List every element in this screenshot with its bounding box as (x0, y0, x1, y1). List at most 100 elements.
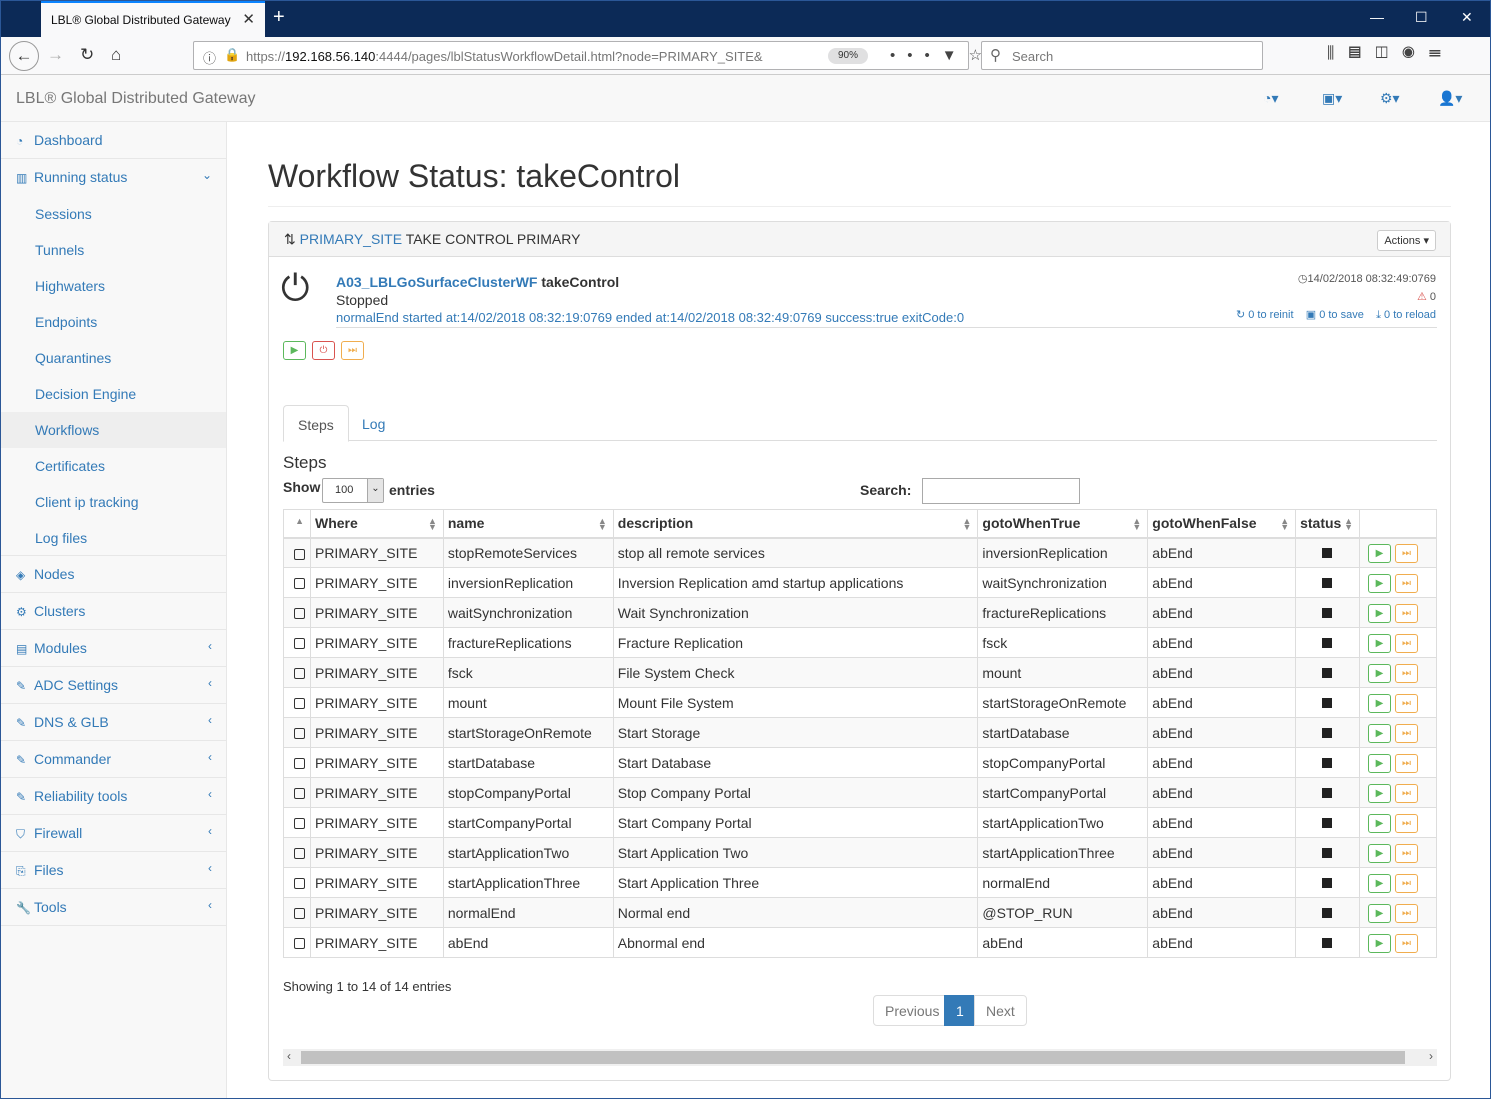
step-button[interactable]: ⏭ (341, 341, 364, 360)
sidebar-item-adc-settings[interactable]: ✎ ADC Settings ‹ (1, 667, 226, 704)
row-checkbox[interactable] (294, 938, 305, 950)
table-search-input[interactable] (922, 478, 1080, 504)
info-icon[interactable]: ⓘ (203, 48, 216, 67)
save-menu-icon[interactable]: ▣▾ (1322, 90, 1342, 107)
run-step-button[interactable]: ▶ (1368, 573, 1392, 593)
sidebar-item-files[interactable]: ⎘ Files ‹ (1, 852, 226, 889)
horizontal-scrollbar[interactable]: ‹ › (283, 1049, 1437, 1066)
col-goto-true[interactable]: gotoWhenTrue ▲ ▼ (977, 509, 1149, 539)
run-step-button[interactable]: ▶ (1368, 903, 1392, 923)
col-where[interactable]: Where ▲ ▼ (309, 509, 444, 539)
tab-log[interactable]: Log (348, 405, 399, 442)
skip-step-button[interactable]: ⏭ (1395, 753, 1419, 773)
sidebar-item-dns-glb[interactable]: ✎ DNS & GLB ‹ (1, 704, 226, 741)
run-step-button[interactable]: ▶ (1368, 723, 1392, 743)
reader-icon[interactable]: ▤ (1348, 45, 1375, 62)
sidebar-item-modules[interactable]: ▤ Modules ‹ (1, 630, 226, 667)
dashboard-menu-icon[interactable]: ◔▾ (1263, 90, 1278, 107)
scroll-left-icon[interactable]: ‹ (287, 1049, 291, 1063)
close-window-icon[interactable]: ✕ (1461, 9, 1473, 26)
extension-icon[interactable]: ◉ (1402, 45, 1429, 62)
skip-step-button[interactable]: ⏭ (1395, 573, 1419, 593)
row-checkbox[interactable] (294, 758, 305, 770)
skip-step-button[interactable]: ⏭ (1395, 543, 1419, 563)
previous-button[interactable]: Previous (873, 995, 952, 1026)
sidebar-item-dashboard[interactable]: ◔ Dashboard (1, 122, 226, 159)
pocket-icon[interactable]: ▼ (942, 47, 969, 64)
browser-tab[interactable]: LBL® Global Distributed Gateway ✕ (41, 1, 265, 37)
run-step-button[interactable]: ▶ (1368, 813, 1392, 833)
zoom-badge[interactable]: 90% (828, 48, 868, 64)
skip-step-button[interactable]: ⏭ (1395, 783, 1419, 803)
minimize-icon[interactable]: — (1370, 9, 1384, 25)
browser-search-box[interactable]: ⚲ Search (981, 41, 1263, 70)
settings-menu-icon[interactable]: ⚙▾ (1380, 90, 1400, 107)
select-column-header[interactable]: ▲ (283, 509, 311, 539)
run-step-button[interactable]: ▶ (1368, 693, 1392, 713)
next-button[interactable]: Next (974, 995, 1027, 1026)
skip-step-button[interactable]: ⏭ (1395, 663, 1419, 683)
sidebar-item-endpoints[interactable]: Endpoints (1, 304, 226, 340)
row-checkbox[interactable] (294, 848, 305, 860)
row-checkbox[interactable] (294, 788, 305, 800)
library-icon[interactable]: ⫼ (1327, 45, 1348, 62)
sidebar-item-decision-engine[interactable]: Decision Engine (1, 376, 226, 412)
maximize-icon[interactable]: ☐ (1415, 9, 1428, 26)
reload-link[interactable]: ⤓ 0 to reload (1376, 309, 1436, 321)
reload-icon[interactable]: ↻ (80, 45, 94, 65)
sidebar-item-tools[interactable]: 🔧 Tools ‹ (1, 889, 226, 926)
url-bar[interactable]: ⓘ 🔒 https://192.168.56.140:4444/pages/lb… (193, 41, 982, 70)
lock-warning-icon[interactable]: 🔒 (224, 47, 240, 63)
skip-step-button[interactable]: ⏭ (1395, 693, 1419, 713)
run-step-button[interactable]: ▶ (1368, 933, 1392, 953)
sidebar-item-sessions[interactable]: Sessions (1, 196, 226, 232)
run-step-button[interactable]: ▶ (1368, 843, 1392, 863)
start-button[interactable]: ▶ (283, 341, 306, 360)
reinit-link[interactable]: ↻ 0 to reinit (1236, 309, 1294, 321)
entries-select[interactable]: ⌄ 100 (322, 478, 384, 503)
row-checkbox[interactable] (294, 638, 305, 650)
run-step-button[interactable]: ▶ (1368, 873, 1392, 893)
home-icon[interactable]: ⌂ (111, 45, 121, 65)
sidebar-item-workflows[interactable]: Workflows (1, 412, 226, 448)
sidebar-item-highwaters[interactable]: Highwaters (1, 268, 226, 304)
row-checkbox[interactable] (294, 878, 305, 890)
row-checkbox[interactable] (294, 548, 305, 560)
brand[interactable]: LBL® Global Distributed Gateway (16, 90, 255, 108)
skip-step-button[interactable]: ⏭ (1395, 633, 1419, 653)
forward-icon[interactable]: → (47, 45, 64, 65)
run-step-button[interactable]: ▶ (1368, 543, 1392, 563)
skip-step-button[interactable]: ⏭ (1395, 933, 1419, 953)
sidebar-item-nodes[interactable]: ◈ Nodes (1, 556, 226, 593)
row-checkbox[interactable] (294, 578, 305, 590)
skip-step-button[interactable]: ⏭ (1395, 813, 1419, 833)
row-checkbox[interactable] (294, 668, 305, 680)
sidebar-item-log-files[interactable]: Log files (1, 520, 226, 556)
sidebar-item-quarantines[interactable]: Quarantines (1, 340, 226, 376)
run-step-button[interactable]: ▶ (1368, 663, 1392, 683)
close-tab-icon[interactable]: ✕ (242, 10, 255, 28)
skip-step-button[interactable]: ⏭ (1395, 603, 1419, 623)
menu-icon[interactable]: ☰ (1429, 45, 1455, 62)
run-step-button[interactable]: ▶ (1368, 633, 1392, 653)
skip-step-button[interactable]: ⏭ (1395, 873, 1419, 893)
skip-step-button[interactable]: ⏭ (1395, 843, 1419, 863)
page-1-button[interactable]: 1 (944, 995, 976, 1026)
col-description[interactable]: description ▲ ▼ (612, 509, 979, 539)
sidebar-item-firewall[interactable]: ⛉ Firewall ‹ (1, 815, 226, 852)
col-goto-false[interactable]: gotoWhenFalse ▲ ▼ (1147, 509, 1297, 539)
row-checkbox[interactable] (294, 698, 305, 710)
sidebar-item-tunnels[interactable]: Tunnels (1, 232, 226, 268)
sidebar-item-client-ip-tracking[interactable]: Client ip tracking (1, 484, 226, 520)
actions-button[interactable]: Actions ▾ (1377, 230, 1436, 251)
sidebar-item-certificates[interactable]: Certificates (1, 448, 226, 484)
row-checkbox[interactable] (294, 818, 305, 830)
col-status[interactable]: status ▲ ▼ (1295, 509, 1361, 539)
save-link[interactable]: ▣ 0 to save (1306, 309, 1364, 321)
sidebar-item-commander[interactable]: ✎ Commander ‹ (1, 741, 226, 778)
run-step-button[interactable]: ▶ (1368, 783, 1392, 803)
skip-step-button[interactable]: ⏭ (1395, 903, 1419, 923)
back-icon[interactable]: ← (9, 41, 39, 71)
user-menu-icon[interactable]: 👤▾ (1438, 90, 1462, 107)
col-name[interactable]: name ▲ ▼ (442, 509, 614, 539)
